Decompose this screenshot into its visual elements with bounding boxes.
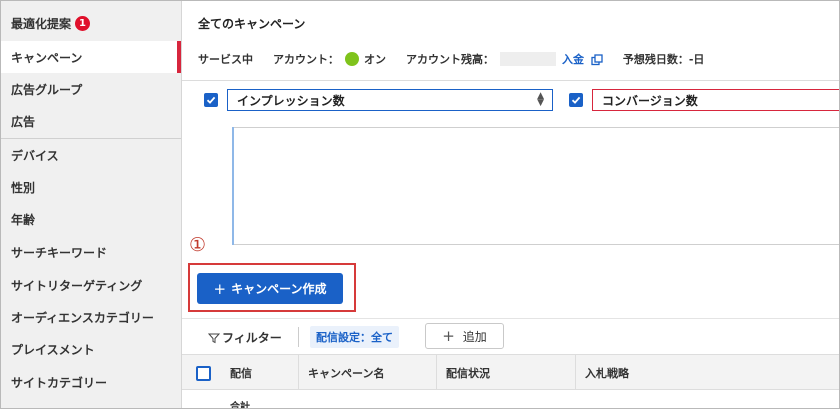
sidebar-item-label: オーディエンスカテゴリー: [11, 310, 154, 325]
sidebar-item-search-keyword[interactable]: サーチキーワード: [1, 236, 181, 268]
remaining-days: 予想残日数：-日: [622, 53, 705, 66]
column-divider: [436, 355, 437, 391]
sidebar-item-label: 広告: [11, 114, 36, 129]
select-all-checkbox[interactable]: [196, 366, 211, 381]
sidebar-item-age[interactable]: 年齢: [1, 203, 181, 235]
add-filter-button[interactable]: + 追加: [425, 323, 504, 349]
filter-button[interactable]: フィルター: [208, 329, 282, 346]
sidebar-item-label: 広告グループ: [11, 82, 83, 97]
plus-icon: +: [442, 327, 455, 345]
performance-graph-area: インプレッション数 ▲ ▼ コンバージョン数 ① + キャンペーン作成: [182, 81, 839, 327]
sidebar-item-label: 性別: [11, 180, 36, 195]
select-arrows-icon: ▲ ▼: [537, 91, 544, 108]
total-label: 合計: [230, 402, 250, 409]
sidebar-item-site-category[interactable]: サイトカテゴリー: [1, 366, 181, 398]
column-header-campaign-name[interactable]: キャンペーン名: [308, 355, 384, 391]
metric2-select[interactable]: コンバージョン数: [592, 89, 839, 111]
checkmark-icon: [206, 96, 216, 104]
external-link-icon: [591, 54, 603, 66]
metric2-checkbox[interactable]: [569, 93, 583, 107]
service-status: サービス中: [198, 53, 253, 66]
sidebar-item-label: キャンペーン: [11, 50, 83, 65]
sidebar-item-label: サーチキーワード: [11, 245, 108, 260]
filter-divider: [298, 327, 299, 347]
app-frame: 最適化提案 1 キャンペーン 広告グループ 広告 デバイス 性別 年齢 サーチキ…: [0, 0, 840, 409]
sidebar-item-gender[interactable]: 性別: [1, 171, 181, 203]
metric1-select[interactable]: インプレッション数 ▲ ▼: [227, 89, 553, 111]
sidebar-item-audience-category[interactable]: オーディエンスカテゴリー: [1, 301, 181, 333]
checkmark-icon: [571, 96, 581, 104]
column-divider: [575, 355, 576, 391]
deposit-link-label: 入金: [562, 53, 584, 66]
sidebar-item-campaign[interactable]: キャンペーン: [1, 41, 181, 73]
status-on-icon: [345, 52, 359, 66]
sidebar-item-optimization[interactable]: 最適化提案 1: [1, 7, 181, 39]
account-status-row: サービス中 アカウント： オン アカウント残高： 入金 予想残日数：-日: [198, 51, 704, 67]
create-campaign-button[interactable]: + キャンペーン作成: [197, 273, 343, 304]
column-header-bid-strategy[interactable]: 入札戦略: [585, 355, 629, 391]
sidebar-item-label: プレイスメント: [11, 342, 95, 357]
table-header: 配信 キャンペーン名 配信状況 入札戦略: [182, 354, 839, 391]
step-number-annotation: ①: [189, 234, 207, 256]
column-divider: [298, 355, 299, 391]
sidebar-item-ad-group[interactable]: 広告グループ: [1, 73, 181, 105]
page-title: 全てのキャンペーン: [198, 17, 306, 31]
plus-icon: +: [213, 279, 227, 298]
balance-label: アカウント残高：: [406, 53, 494, 66]
filter-label: フィルター: [222, 331, 282, 345]
sidebar-item-label: サイトリターゲティング: [11, 278, 143, 293]
header: 全てのキャンペーン サービス中 アカウント： オン アカウント残高： 入金 予想…: [182, 1, 839, 81]
sidebar-item-label: 最適化提案: [11, 16, 72, 31]
sidebar-item-label: 年齢: [11, 212, 36, 227]
filter-bar: フィルター 配信設定：全て + 追加: [182, 318, 839, 354]
column-header-delivery[interactable]: 配信: [230, 355, 252, 391]
sidebar-item-site-retargeting[interactable]: サイトリターゲティング: [1, 269, 181, 301]
account-status: オン: [364, 53, 386, 66]
sidebar-item-label: サイトカテゴリー: [11, 375, 108, 390]
deposit-link[interactable]: 入金: [562, 51, 603, 67]
chart-axis-line: [232, 127, 234, 245]
add-filter-label: 追加: [462, 329, 487, 344]
balance-value-masked: [500, 52, 556, 66]
main-content: 全てのキャンペーン サービス中 アカウント： オン アカウント残高： 入金 予想…: [182, 1, 839, 409]
chart-plot-area: [232, 127, 839, 245]
filter-icon: [208, 333, 220, 343]
sidebar-item-ad[interactable]: 広告: [1, 105, 181, 137]
sidebar-item-placement[interactable]: プレイスメント: [1, 333, 181, 365]
account-label: アカウント：: [273, 53, 339, 66]
column-header-delivery-status[interactable]: 配信状況: [446, 355, 490, 391]
sidebar-item-label: デバイス: [11, 148, 59, 163]
metric1-value: インプレッション数: [237, 93, 345, 108]
metric2-value: コンバージョン数: [602, 93, 698, 108]
metric1-checkbox[interactable]: [204, 93, 218, 107]
notification-badge: 1: [75, 15, 91, 31]
delivery-setting-filter-chip[interactable]: 配信設定：全て: [310, 326, 399, 348]
table-total-row: 合計: [182, 390, 839, 409]
sidebar-item-device[interactable]: デバイス: [1, 139, 181, 171]
sidebar: 最適化提案 1 キャンペーン 広告グループ 広告 デバイス 性別 年齢 サーチキ…: [1, 1, 182, 408]
create-campaign-label: キャンペーン作成: [231, 282, 327, 296]
